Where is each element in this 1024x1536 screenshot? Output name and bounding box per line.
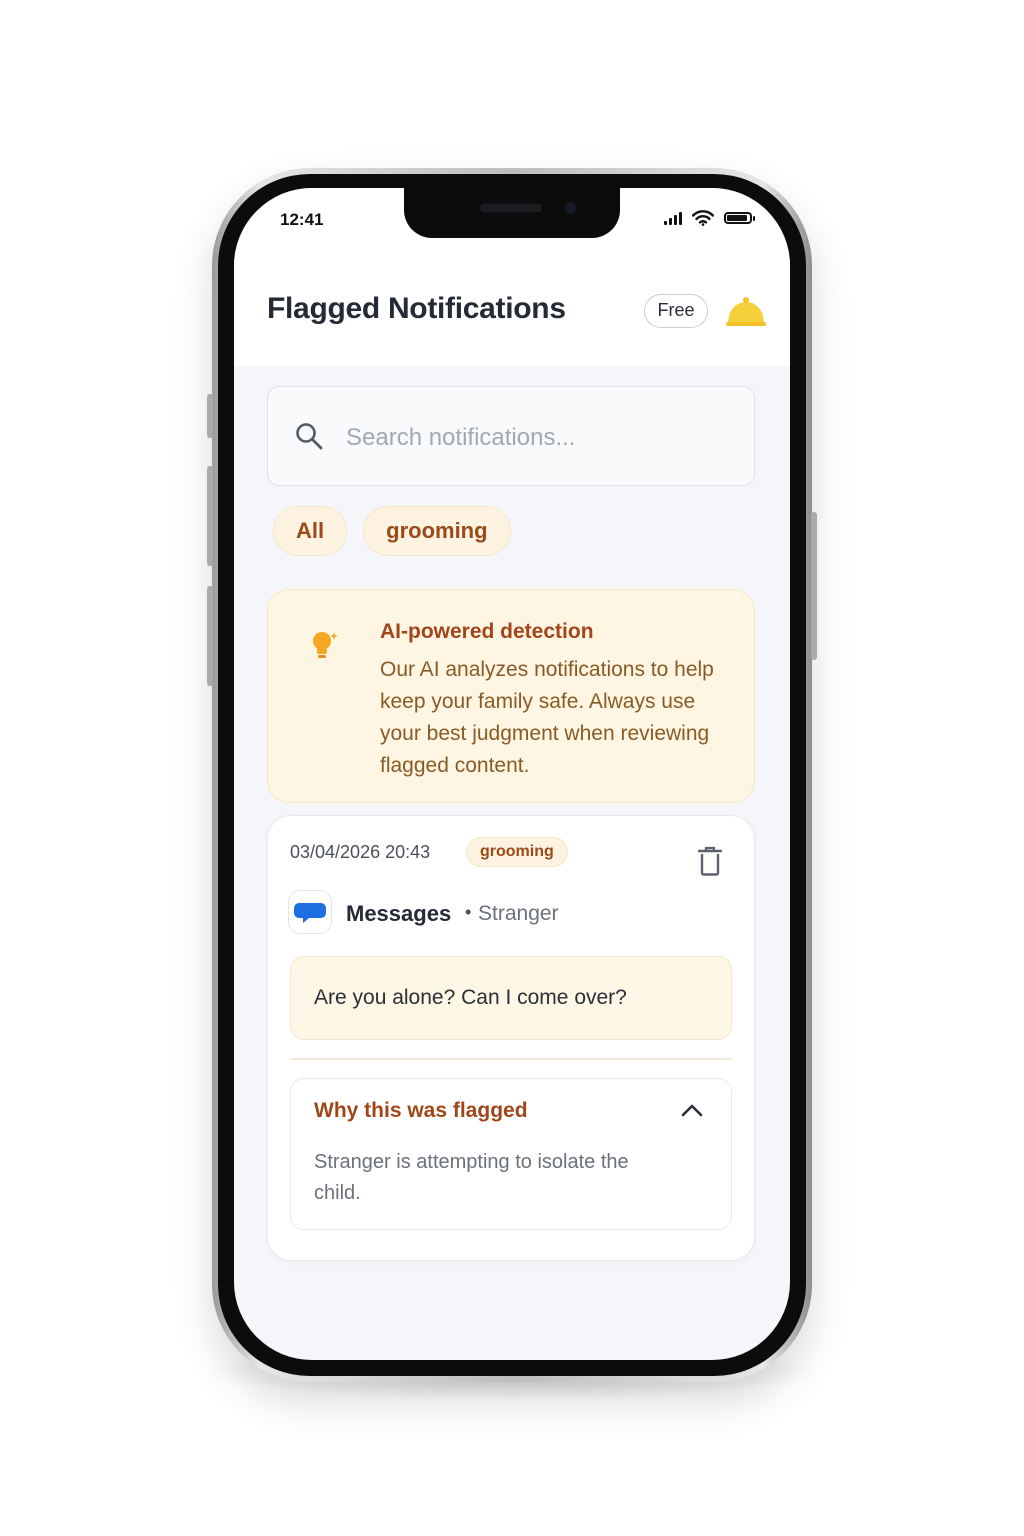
speaker-grille: [480, 204, 542, 212]
why-flagged-title: Why this was flagged: [314, 1099, 528, 1122]
notification-timestamp: 03/04/2026 20:43: [290, 842, 431, 862]
signal-icon: [664, 211, 682, 225]
message-text: Are you alone? Can I come over?: [314, 986, 627, 1009]
ai-info-title: AI-powered detection: [380, 620, 594, 643]
volume-up-button: [207, 466, 213, 566]
app-name: Messages: [346, 901, 452, 926]
filter-chip-all[interactable]: All: [273, 506, 348, 556]
power-button: [811, 512, 817, 660]
app-header: Flagged Notifications Free: [234, 260, 790, 366]
filter-chips: All grooming: [273, 506, 511, 556]
front-camera: [564, 202, 576, 214]
trash-icon[interactable]: [698, 846, 722, 876]
bell-icon[interactable]: [724, 294, 768, 328]
phone-screen: 12:41 Flagged Notifications Free Search …: [234, 188, 790, 1360]
filter-chip-grooming[interactable]: grooming: [363, 506, 511, 556]
message-preview: Are you alone? Can I come over?: [290, 956, 732, 1040]
chevron-up-icon[interactable]: [681, 1103, 703, 1117]
sender-name: Stranger: [478, 902, 559, 925]
status-time: 12:41: [280, 210, 324, 229]
search-bar[interactable]: [267, 386, 755, 486]
category-tag: grooming: [466, 837, 568, 867]
notch: [404, 188, 620, 238]
mute-switch: [207, 394, 213, 438]
page-title: Flagged Notifications: [267, 292, 566, 325]
battery-icon: [724, 212, 755, 224]
status-icons: [664, 210, 755, 226]
notification-card[interactable]: 03/04/2026 20:43 grooming Messages • Str…: [267, 815, 755, 1261]
volume-down-button: [207, 586, 213, 686]
search-input[interactable]: [344, 417, 728, 459]
divider: [290, 1058, 732, 1060]
search-icon: [296, 423, 323, 450]
plan-badge[interactable]: Free: [644, 294, 708, 328]
ai-info-body: Our AI analyzes notifications to help ke…: [380, 658, 714, 777]
ai-info-card: AI-powered detection Our AI analyzes not…: [267, 589, 755, 803]
separator-dot: •: [465, 902, 472, 922]
messages-app-icon: [288, 890, 332, 934]
why-flagged-reason: Stranger is attempting to isolate the ch…: [314, 1151, 629, 1204]
why-flagged-panel[interactable]: Why this was flagged Stranger is attempt…: [290, 1078, 732, 1230]
wifi-icon: [692, 210, 714, 226]
lightbulb-icon: [313, 632, 338, 658]
